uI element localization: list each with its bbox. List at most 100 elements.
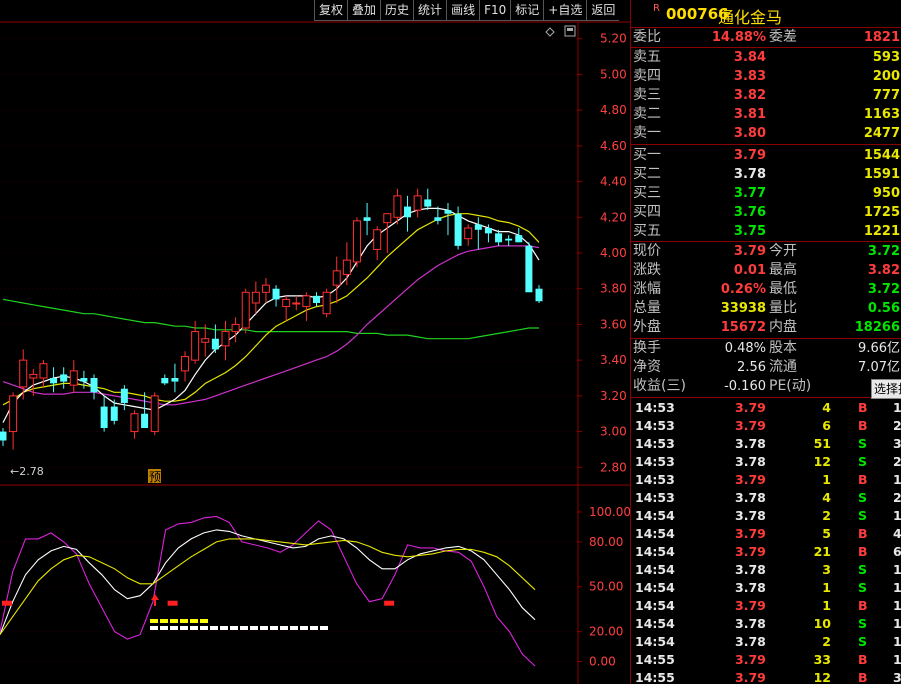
select-indicator-button[interactable]: 选择指 xyxy=(871,379,901,399)
candle-body xyxy=(241,291,250,329)
toolbar-button-5[interactable]: F10 xyxy=(479,0,511,21)
candle-body xyxy=(50,378,58,384)
toolbar-button-4[interactable]: 画线 xyxy=(446,0,480,21)
tick-time: 14:55 xyxy=(635,670,675,684)
candle-body xyxy=(161,378,169,384)
tick-count: 2 xyxy=(893,454,901,469)
bid-volume: 1544 xyxy=(863,148,900,163)
candle-body xyxy=(332,270,341,286)
tick-time: 14:53 xyxy=(635,454,675,469)
kdj-k-line xyxy=(0,529,536,635)
candle-body xyxy=(261,284,270,293)
yellow-bar-block xyxy=(200,619,208,623)
tick-time: 14:54 xyxy=(635,616,675,631)
chart-toolbar: 复权 叠加 历史 统计 画线 F10 标记 +自选 返回 xyxy=(314,0,620,21)
ask-price: 3.83 xyxy=(733,69,766,84)
bid-price: 3.76 xyxy=(733,205,766,220)
candle-body xyxy=(444,210,452,214)
kdj-signal-marker xyxy=(2,600,12,606)
tick-volume: 10 xyxy=(813,616,831,631)
candle-body xyxy=(141,413,149,428)
toolbar-button-3[interactable]: 统计 xyxy=(413,0,447,21)
tick-volume: 5 xyxy=(822,526,831,541)
tick-count: 1 xyxy=(893,580,901,595)
toolbar-button-0[interactable]: 复权 xyxy=(314,0,348,21)
kdj-signal-marker xyxy=(384,600,395,606)
bid-price: 3.75 xyxy=(733,224,766,239)
fund-value: 2.56 xyxy=(737,360,766,375)
yellow-bar-block xyxy=(190,619,198,623)
divider xyxy=(631,397,901,398)
stock-name: 通化金马 xyxy=(718,8,783,27)
yu-marker: 预 xyxy=(149,470,161,484)
candle-body xyxy=(251,291,260,304)
tick-side: B xyxy=(858,400,868,415)
quote-panel: R 000766 通化金马 委比 14.88% 委差 1821 卖五 3.84 593 卖四 3… xyxy=(630,0,901,684)
tick-row: 14:53 3.78 12 S 2 xyxy=(635,453,901,471)
toolbar-button-1[interactable]: 叠加 xyxy=(347,0,381,21)
candle-body xyxy=(201,338,210,343)
white-bar-block xyxy=(190,626,198,630)
fund-label: 净资 xyxy=(633,359,661,375)
tick-time: 14:54 xyxy=(635,562,675,577)
candle-body xyxy=(282,298,291,308)
candle-body xyxy=(424,199,432,207)
fund-label-2: PE(动) xyxy=(769,378,812,394)
y-tick-label: 4.80 xyxy=(600,103,627,117)
ask-volume: 200 xyxy=(872,69,900,84)
ask-price: 3.82 xyxy=(733,88,766,103)
tick-time: 14:53 xyxy=(635,418,675,433)
bid-row: 买三 3.77 950 xyxy=(631,184,901,203)
tick-volume: 12 xyxy=(813,454,831,469)
fund-row: 收益(三) -0.160 PE(动) xyxy=(631,377,901,396)
candle-body xyxy=(211,338,219,350)
candle-body xyxy=(302,295,311,308)
tick-row: 14:54 3.78 2 S 1 xyxy=(635,633,901,651)
tick-row: 14:53 3.78 51 S 3 xyxy=(635,435,901,453)
tick-volume: 4 xyxy=(822,400,831,415)
ask-label: 卖二 xyxy=(633,106,661,122)
stat-value-2: 0.56 xyxy=(867,301,900,316)
tick-count: 1 xyxy=(893,400,901,415)
stat-value-2: 3.82 xyxy=(867,263,900,278)
tick-side: B xyxy=(858,598,868,613)
candle-body xyxy=(231,323,240,333)
fund-label-2: 流通 xyxy=(769,359,797,375)
white-bar-block xyxy=(290,626,298,630)
y-tick-label: 3.40 xyxy=(600,353,627,367)
chart-canvas[interactable]: 5.20 5.00 4.80 4.60 4.40 4.20 4.00 3.80 3.60 3.40… xyxy=(0,0,630,684)
tick-time: 14:53 xyxy=(635,400,675,415)
candle-body xyxy=(120,388,128,403)
candle-body xyxy=(39,363,48,379)
ask-volume: 593 xyxy=(872,50,900,65)
white-bar-block xyxy=(180,626,188,630)
tick-price: 3.79 xyxy=(735,526,766,541)
stat-label: 涨幅 xyxy=(633,281,661,297)
tick-row: 14:54 3.78 1 S 1 xyxy=(635,579,901,597)
fund-value-2: 7.07亿 xyxy=(858,360,900,375)
bid-row: 买一 3.79 1544 xyxy=(631,146,901,165)
tick-volume: 12 xyxy=(813,670,831,684)
toolbar-button-7[interactable]: +自选 xyxy=(543,0,587,21)
fund-label: 换手 xyxy=(633,340,661,356)
ask-row: 卖三 3.82 777 xyxy=(631,86,901,105)
toolbar-button-6[interactable]: 标记 xyxy=(510,0,544,21)
kline-chart-area[interactable]: 5.20 5.00 4.80 4.60 4.40 4.20 4.00 3.80 3.60 3.40… xyxy=(0,0,630,684)
tick-price: 3.78 xyxy=(735,508,766,523)
stat-value-2: 3.72 xyxy=(867,282,900,297)
white-bar-block xyxy=(310,626,318,630)
kdj-tick-label: 80.00 xyxy=(589,535,623,549)
fund-row: 换手 0.48% 股本 9.66亿 xyxy=(631,339,901,358)
kdj-j-line xyxy=(0,515,536,667)
toolbar-button-8[interactable]: 返回 xyxy=(586,0,620,21)
ask-row: 卖一 3.80 2477 xyxy=(631,124,901,143)
tick-volume: 1 xyxy=(822,580,831,595)
tick-time: 14:55 xyxy=(635,652,675,667)
candle-body xyxy=(373,229,382,250)
white-bar-block xyxy=(230,626,238,630)
toolbar-button-2[interactable]: 历史 xyxy=(380,0,414,21)
bid-label: 买二 xyxy=(633,166,661,182)
candle-body xyxy=(19,359,28,388)
tick-price: 3.79 xyxy=(735,400,766,415)
stat-row: 涨幅 0.26% 最低 3.72 xyxy=(631,280,901,299)
